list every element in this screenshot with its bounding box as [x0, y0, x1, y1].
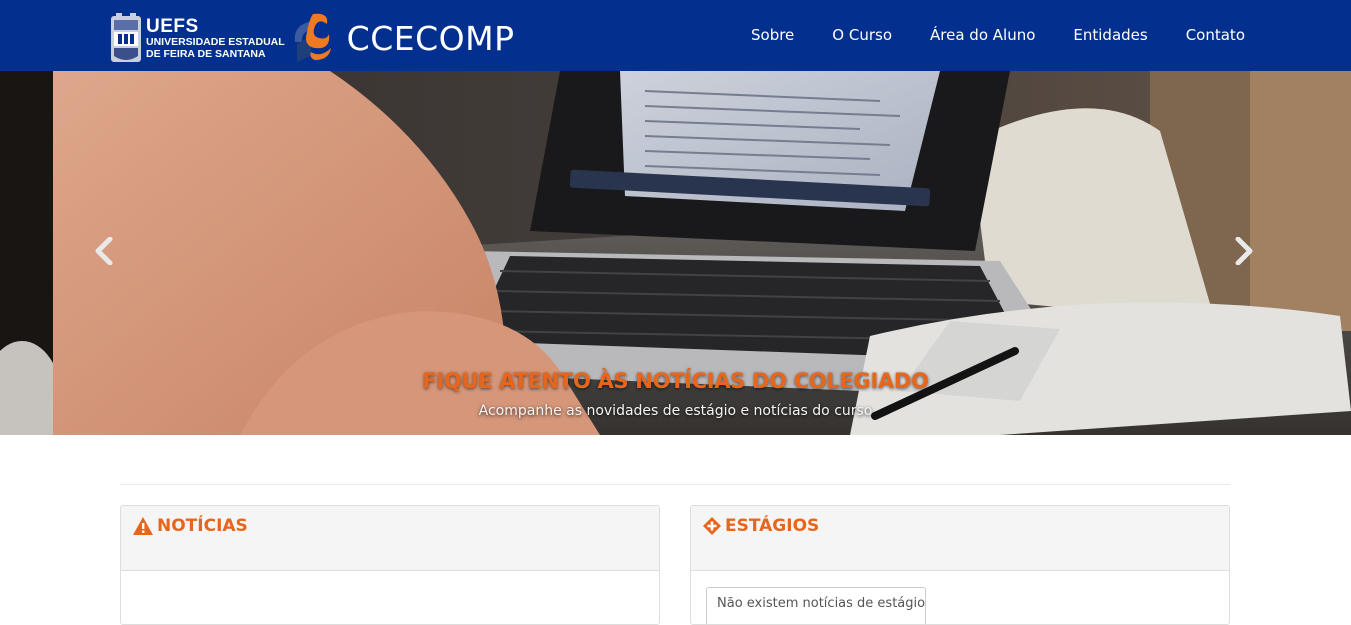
carousel-next-button[interactable]	[1224, 231, 1264, 271]
carousel-caption-title: FIQUE ATENTO ÀS NOTÍCIAS DO COLEGIADO	[422, 369, 929, 393]
uefs-abbr: UEFS	[146, 16, 199, 37]
internships-panel-title: ESTÁGIOS	[702, 516, 819, 536]
internships-panel-title-text: ESTÁGIOS	[725, 516, 820, 536]
nav-link-o-curso[interactable]: O Curso	[832, 26, 892, 44]
brand[interactable]: UEFS UNIVERSIDADE ESTADUAL DE FEIRA DE S…	[110, 12, 514, 64]
internships-panel: ESTÁGIOS Não existem notícias de estágio	[690, 505, 1230, 625]
carousel-caption-text: Acompanhe as novidades de estágio e notí…	[478, 403, 873, 419]
chevron-left-icon	[95, 237, 113, 265]
carousel-prev-button[interactable]	[84, 231, 124, 271]
nav-link-area-do-aluno[interactable]: Área do Aluno	[930, 26, 1035, 44]
nav-item-area-do-aluno: Área do Aluno	[930, 26, 1035, 45]
internships-empty-message: Não existem notícias de estágio	[706, 587, 926, 624]
nav-item-contato: Contato	[1186, 26, 1245, 45]
nav-link-entidades[interactable]: Entidades	[1073, 26, 1147, 44]
uefs-name-line1: UNIVERSIDADE ESTADUAL	[146, 36, 285, 48]
ccecomp-logo-icon[interactable]	[289, 8, 333, 66]
nav-item-entidades: Entidades	[1073, 26, 1147, 45]
warning-triangle-icon	[133, 517, 153, 535]
chevron-right-icon	[1235, 237, 1253, 265]
nav-link-contato[interactable]: Contato	[1186, 26, 1245, 44]
news-panel: NOTÍCIAS	[120, 505, 660, 625]
news-panel-heading: NOTÍCIAS	[121, 506, 659, 571]
news-panel-title-text: NOTÍCIAS	[157, 516, 248, 536]
top-navbar: UEFS UNIVERSIDADE ESTADUAL DE FEIRA DE S…	[0, 0, 1351, 71]
site-title[interactable]: CCECOMP	[347, 19, 515, 58]
section-divider	[120, 484, 1230, 485]
main-nav: Sobre O Curso Área do Aluno Entidades Co…	[713, 0, 1245, 71]
nav-item-o-curso: O Curso	[832, 26, 892, 45]
hero-carousel: FIQUE ATENTO ÀS NOTÍCIAS DO COLEGIADO Ac…	[0, 71, 1351, 435]
plus-diamond-icon	[703, 517, 721, 535]
news-panel-title: NOTÍCIAS	[132, 516, 248, 536]
uefs-logo[interactable]: UEFS UNIVERSIDADE ESTADUAL DE FEIRA DE S…	[110, 12, 285, 64]
internships-panel-heading: ESTÁGIOS	[691, 506, 1229, 571]
uefs-seal-icon	[111, 13, 141, 62]
uefs-name-line2: DE FEIRA DE SANTANA	[146, 47, 266, 60]
nav-item-sobre: Sobre	[751, 26, 794, 45]
nav-link-sobre[interactable]: Sobre	[751, 26, 794, 44]
carousel-caption: FIQUE ATENTO ÀS NOTÍCIAS DO COLEGIADO Ac…	[0, 369, 1351, 419]
